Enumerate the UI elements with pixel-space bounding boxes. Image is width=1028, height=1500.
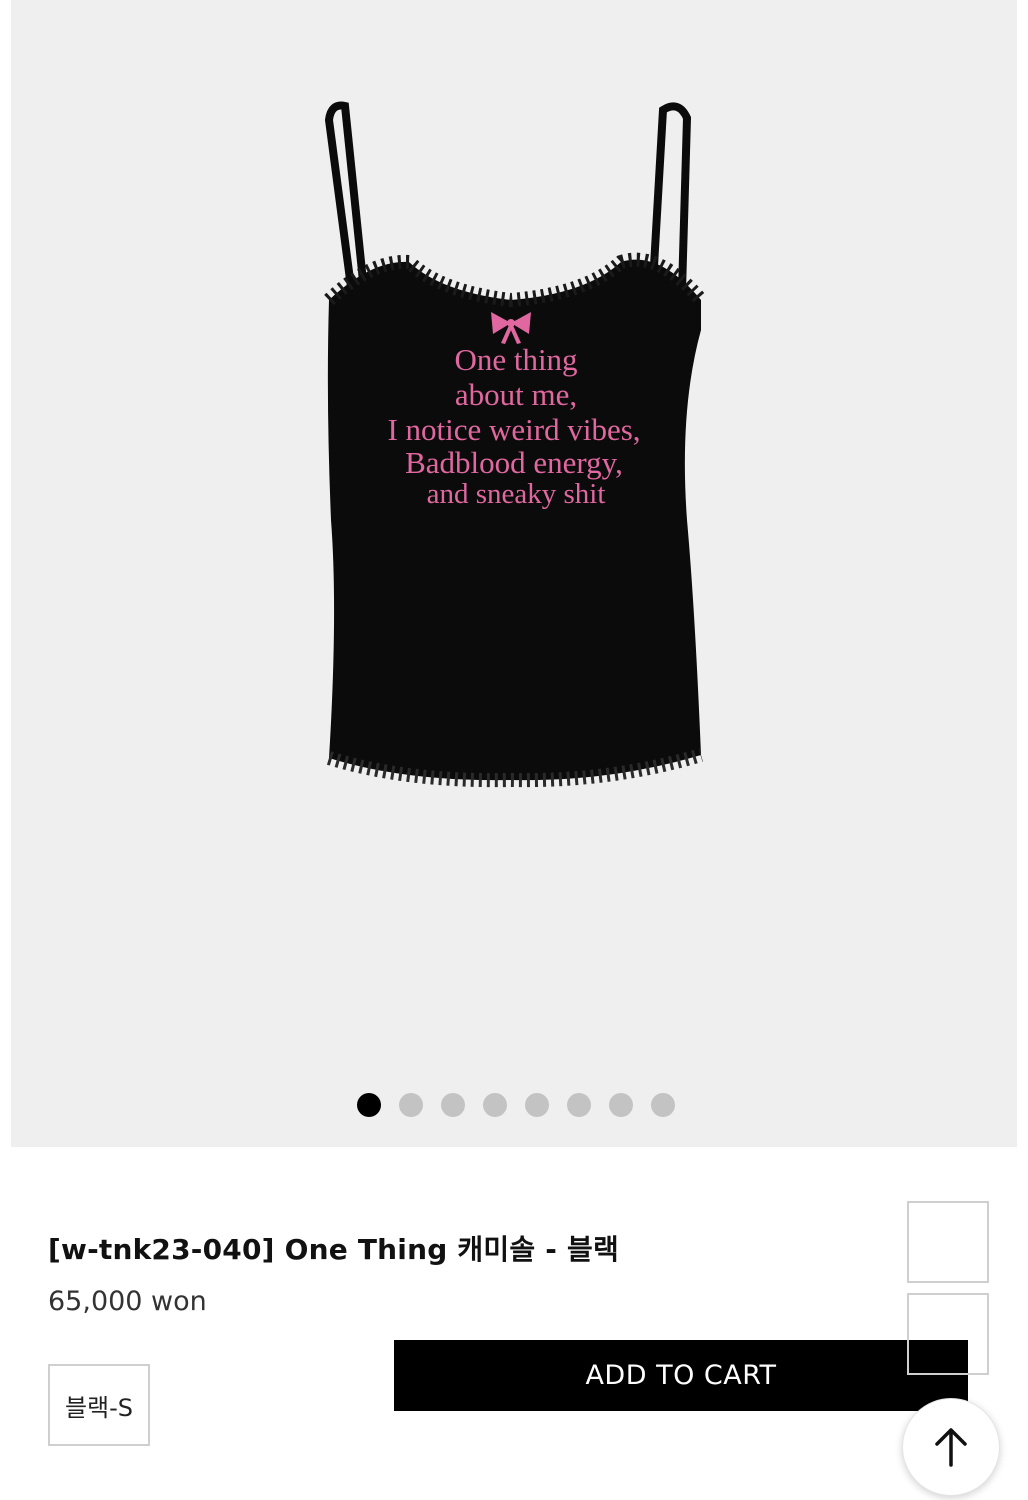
carousel-dot[interactable] — [567, 1093, 591, 1117]
print-line: and sneaky shit — [427, 478, 606, 510]
carousel-dot[interactable] — [441, 1093, 465, 1117]
carousel-dot[interactable] — [483, 1093, 507, 1117]
arrow-up-icon — [935, 1428, 967, 1467]
floating-side-button[interactable] — [907, 1293, 989, 1375]
print-line: I notice weird vibes, — [387, 412, 640, 447]
add-to-cart-button[interactable]: ADD TO CART — [394, 1340, 968, 1411]
carousel-dot[interactable] — [609, 1093, 633, 1117]
floating-side-button[interactable] — [907, 1201, 989, 1283]
product-title: [w-tnk23-040] One Thing 캐미솔 - 블랙 — [48, 1233, 619, 1266]
print-line: Badblood energy, — [405, 445, 623, 480]
print-line: about me, — [455, 377, 577, 412]
carousel-dot[interactable] — [651, 1093, 675, 1117]
scroll-to-top-button[interactable] — [902, 1398, 1000, 1496]
option-chip-black-s[interactable]: 블랙-S — [48, 1364, 150, 1446]
print-line: One thing — [454, 342, 577, 377]
product-gallery[interactable]: One thing about me, I notice weird vibes… — [11, 0, 1017, 1147]
carousel-dots — [11, 1093, 1017, 1117]
carousel-dot[interactable] — [357, 1093, 381, 1117]
carousel-dot[interactable] — [399, 1093, 423, 1117]
product-price: 65,000 won — [48, 1286, 207, 1317]
carousel-dot[interactable] — [525, 1093, 549, 1117]
product-image: One thing about me, I notice weird vibes… — [324, 101, 707, 788]
